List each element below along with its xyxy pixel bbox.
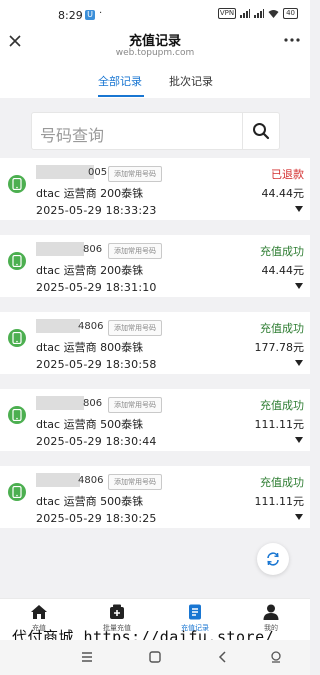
- record-amount: 177.78元: [254, 341, 305, 354]
- status-dot: ·: [99, 8, 103, 19]
- signal-icon-2: [254, 9, 265, 18]
- back-icon[interactable]: [215, 649, 231, 665]
- home-square-icon[interactable]: [147, 649, 163, 665]
- add-favorite-number-button[interactable]: 添加常用号码: [108, 320, 162, 336]
- tab-batch-records[interactable]: 批次记录: [169, 73, 213, 89]
- search-button[interactable]: [243, 112, 280, 150]
- record-card[interactable]: 806 添加常用号码 dtac 运营商 500泰铢 2025-05-29 18:…: [0, 389, 310, 451]
- user-icon: [263, 604, 279, 620]
- status-indicators: VPN 40: [217, 8, 298, 19]
- record-amount: 44.44元: [261, 187, 305, 200]
- record-card[interactable]: 4806 添加常用号码 dtac 运营商 500泰铢 2025-05-29 18…: [0, 466, 310, 528]
- battery-icon: 40: [283, 8, 298, 19]
- phone-number: 806: [83, 244, 103, 255]
- more-icon[interactable]: [284, 32, 300, 51]
- tab-all-records[interactable]: 全部记录: [98, 73, 142, 89]
- signal-icon: [240, 9, 251, 18]
- record-time: 2025-05-29 18:31:10: [36, 281, 157, 294]
- app-notification-icon: U: [85, 10, 95, 20]
- add-favorite-number-button[interactable]: 添加常用号码: [108, 243, 162, 259]
- phone-icon: [8, 252, 26, 270]
- record-amount: 111.11元: [254, 495, 305, 508]
- active-tab-indicator: [98, 95, 144, 97]
- assist-icon[interactable]: [268, 649, 284, 665]
- add-favorite-number-button[interactable]: 添加常用号码: [108, 474, 162, 490]
- search-icon: [253, 123, 270, 140]
- home-icon: [31, 605, 47, 619]
- record-tabs: 全部记录 批次记录: [0, 64, 310, 98]
- expand-arrow-icon[interactable]: [295, 283, 303, 289]
- operator-info: dtac 运营商 200泰铢: [36, 264, 144, 277]
- masked-number: [36, 396, 84, 410]
- status-badge: 充值成功: [260, 399, 304, 412]
- phone-icon: [8, 329, 26, 347]
- vpn-icon: VPN: [217, 8, 237, 19]
- operator-info: dtac 运营商 500泰铢: [36, 495, 144, 508]
- record-amount: 111.11元: [254, 418, 305, 431]
- batch-icon: [110, 604, 124, 619]
- record-time: 2025-05-29 18:30:58: [36, 358, 157, 371]
- phone-number: 806: [83, 398, 103, 409]
- phone-number: 4806: [78, 321, 104, 332]
- phone-number: 005: [88, 167, 108, 178]
- status-badge: 已退款: [271, 168, 304, 181]
- page-title: 充值记录: [128, 34, 181, 49]
- record-time: 2025-05-29 18:30:25: [36, 512, 157, 525]
- phone-icon: [8, 175, 26, 193]
- system-nav-bar: [0, 640, 310, 675]
- refresh-icon: [267, 552, 279, 566]
- status-badge: 充值成功: [260, 245, 304, 258]
- record-card[interactable]: 005 添加常用号码 dtac 运营商 200泰铢 2025-05-29 18:…: [0, 158, 310, 220]
- record-amount: 44.44元: [261, 264, 305, 277]
- record-card[interactable]: 806 添加常用号码 dtac 运营商 200泰铢 2025-05-29 18:…: [0, 235, 310, 297]
- expand-arrow-icon[interactable]: [295, 437, 303, 443]
- wifi-icon: [268, 10, 279, 18]
- status-bar: 8:29 U · VPN 40: [0, 0, 310, 30]
- phone-icon: [8, 406, 26, 424]
- status-badge: 充值成功: [260, 476, 304, 489]
- record-card[interactable]: 4806 添加常用号码 dtac 运营商 800泰铢 2025-05-29 18…: [0, 312, 310, 374]
- menu-icon[interactable]: [79, 649, 95, 665]
- expand-arrow-icon[interactable]: [295, 360, 303, 366]
- expand-arrow-icon[interactable]: [295, 514, 303, 520]
- page-url: web.topupm.com: [115, 48, 195, 58]
- records-icon: [189, 604, 201, 620]
- search-input[interactable]: 号码查询: [31, 112, 243, 150]
- masked-number: [36, 242, 84, 256]
- search-placeholder: 号码查询: [40, 126, 105, 145]
- add-favorite-number-button[interactable]: 添加常用号码: [108, 166, 162, 182]
- record-time: 2025-05-29 18:33:23: [36, 204, 157, 217]
- phone-number: 4806: [78, 475, 104, 486]
- refresh-button[interactable]: [257, 543, 289, 575]
- status-time: 8:29: [58, 9, 83, 22]
- masked-number: [36, 319, 80, 333]
- add-favorite-number-button[interactable]: 添加常用号码: [108, 397, 162, 413]
- operator-info: dtac 运营商 500泰铢: [36, 418, 144, 431]
- header: 充值记录 web.topupm.com: [0, 30, 310, 64]
- operator-info: dtac 运营商 800泰铢: [36, 341, 144, 354]
- status-badge: 充值成功: [260, 322, 304, 335]
- expand-arrow-icon[interactable]: [295, 206, 303, 212]
- record-time: 2025-05-29 18:30:44: [36, 435, 157, 448]
- phone-icon: [8, 483, 26, 501]
- operator-info: dtac 运营商 200泰铢: [36, 187, 144, 200]
- masked-number: [36, 473, 80, 487]
